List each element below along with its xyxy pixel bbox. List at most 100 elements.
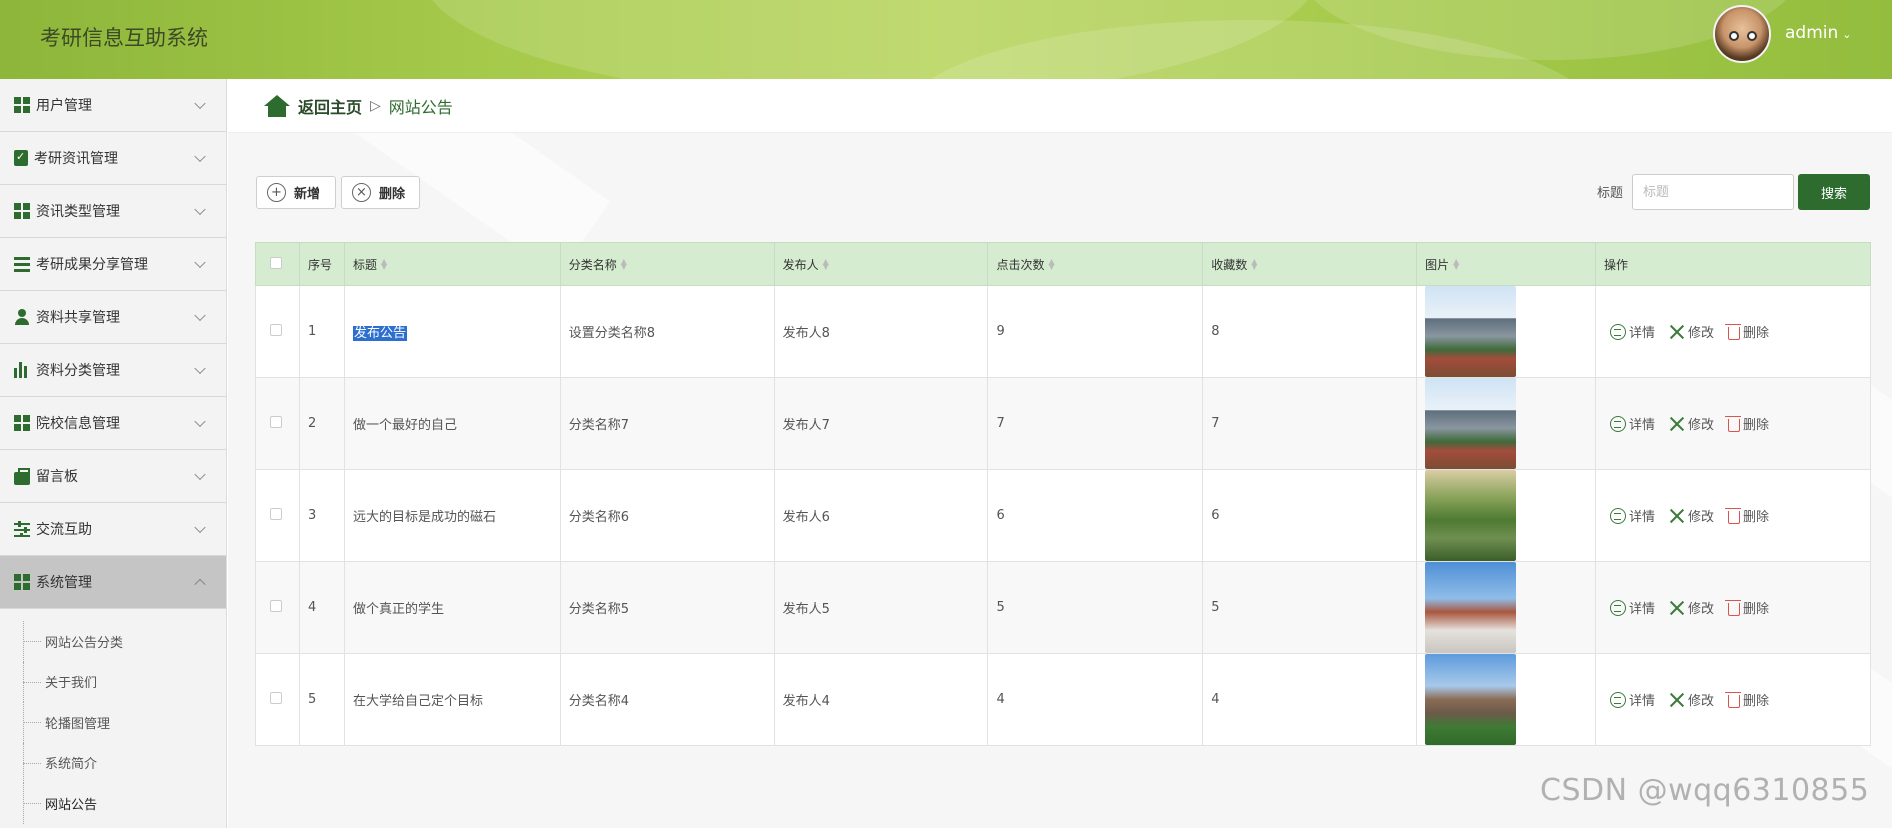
sidebar-item-label: 考研成果分享管理 [36, 257, 148, 273]
sidebar-item-school-info[interactable]: 院校信息管理 [0, 397, 226, 450]
sidebar-item-news-type[interactable]: 资讯类型管理 [0, 185, 226, 238]
row-delete-button[interactable]: 删除 [1725, 690, 1769, 709]
user-avatar[interactable] [1713, 5, 1771, 63]
main-content: 返回主页 ▷ 网站公告 + 新增 × 删除 标题 搜索 序号 标题▲▼ 分类名称… [228, 79, 1892, 828]
top-header: 考研信息互助系统 admin ⌄ [0, 0, 1892, 79]
delete-button[interactable]: × 删除 [341, 176, 420, 209]
search-label: 标题 [1597, 186, 1624, 201]
user-menu[interactable]: admin ⌄ [1785, 23, 1852, 43]
sidebar-item-exchange[interactable]: 交流互助 [0, 503, 226, 556]
row-checkbox[interactable] [270, 691, 282, 704]
watermark: CSDN @wqq6310855 [1540, 773, 1870, 808]
sidebar-item-system-management[interactable]: 系统管理 [0, 556, 226, 609]
edit-label: 修改 [1688, 326, 1715, 341]
submenu-item-site-notice[interactable]: 网站公告 [0, 783, 226, 824]
cell-favorites: 8 [1202, 285, 1418, 378]
col-header-image[interactable]: 图片 ▲ ▼ [1416, 242, 1597, 286]
sidebar-item-materials-sharing[interactable]: 资料共享管理 [0, 291, 226, 344]
submenu-item-notice-category[interactable]: 网站公告分类 [0, 621, 226, 662]
sort-icon: ▲ ▼ [1453, 257, 1460, 271]
submenu-item-carousel[interactable]: 轮播图管理 [0, 702, 226, 743]
sidebar-item-materials-category[interactable]: 资料分类管理 [0, 344, 226, 397]
data-table: 序号 标题 ▲ ▼ 分类名称 ▲ ▼ 发布人 ▲ ▼ 点击次数 ▲ ▼ 收藏数 ▲ ▼ 图片 ▲ ▼ 操… [255, 242, 1871, 746]
app-title: 考研信息互助系统 [40, 26, 208, 50]
edit-button[interactable]: 修改 [1669, 414, 1714, 433]
sidebar-item-message-board[interactable]: 留言板 [0, 450, 226, 503]
col-header-title[interactable]: 标题 ▲ ▼ [343, 242, 561, 286]
col-header-label: 图片 [1425, 257, 1450, 272]
col-header-label: 收藏数 [1211, 257, 1248, 272]
row-checkbox[interactable] [270, 599, 282, 612]
breadcrumb-home[interactable]: 返回主页 [298, 94, 362, 118]
search-input[interactable] [1632, 174, 1794, 210]
cell-publisher: 发布人7 [773, 377, 989, 470]
detail-button[interactable]: 详情 [1610, 414, 1655, 433]
col-header-actions: 操作 [1595, 242, 1871, 286]
row-checkbox[interactable] [270, 415, 282, 428]
cell-actions: 详情 修改 删除 [1595, 561, 1871, 654]
trash-icon [1725, 415, 1742, 432]
table-header-row: 序号 标题 ▲ ▼ 分类名称 ▲ ▼ 发布人 ▲ ▼ 点击次数 ▲ ▼ 收藏数 ▲ ▼ 图片 ▲ ▼ 操… [255, 242, 1871, 286]
cell-actions: 详情 修改 删除 [1595, 469, 1871, 562]
row-thumbnail[interactable] [1425, 378, 1517, 469]
cell-clicks: 4 [987, 653, 1204, 746]
chevron-down-icon [194, 362, 206, 375]
sidebar-item-user-management[interactable]: 用户管理 [0, 79, 226, 132]
cell-favorites: 5 [1202, 561, 1418, 654]
cell-actions: 详情 修改 删除 [1595, 653, 1871, 746]
row-delete-button[interactable]: 删除 [1725, 322, 1770, 341]
row-select-cell [255, 469, 300, 562]
row-thumbnail[interactable] [1425, 470, 1517, 561]
cell-category: 分类名称7 [559, 377, 775, 470]
detail-button[interactable]: 详情 [1610, 598, 1655, 617]
row-checkbox[interactable] [270, 323, 282, 336]
sidebar-item-results-sharing[interactable]: 考研成果分享管理 [0, 238, 226, 291]
username: admin [1785, 23, 1839, 43]
cell-category: 分类名称4 [559, 653, 775, 746]
row-select-cell [255, 561, 300, 654]
select-all-checkbox[interactable] [270, 256, 282, 269]
row-delete-button[interactable]: 删除 [1725, 598, 1769, 617]
detail-button[interactable]: 详情 [1610, 322, 1655, 341]
edit-label: 修改 [1688, 602, 1715, 617]
table-row: 5 在大学给自己定个目标 分类名称4 发布人4 4 4 详情 修改 删除 [255, 653, 1871, 746]
edit-button[interactable]: 修改 [1669, 598, 1714, 617]
edit-button[interactable]: 修改 [1669, 506, 1714, 525]
grid-icon [14, 203, 30, 219]
chevron-down-icon [194, 203, 206, 216]
edit-icon [1669, 508, 1685, 524]
table-row: 3 远大的目标是成功的磁石 分类名称6 发布人6 6 6 详情 修改 删除 [255, 469, 1871, 562]
detail-label: 详情 [1629, 694, 1656, 709]
row-checkbox[interactable] [270, 507, 282, 520]
row-thumbnail[interactable] [1425, 286, 1517, 377]
row-thumbnail[interactable] [1425, 654, 1517, 745]
delete-label: 删除 [1743, 418, 1770, 433]
cell-image [1416, 469, 1597, 562]
home-icon[interactable] [264, 94, 290, 117]
edit-icon [1669, 416, 1685, 432]
add-button[interactable]: + 新增 [256, 176, 336, 209]
edit-button[interactable]: 修改 [1669, 690, 1714, 709]
cell-publisher: 发布人6 [773, 469, 989, 562]
chevron-down-icon [194, 468, 206, 481]
chevron-down-icon [194, 521, 206, 534]
submenu-item-about-us[interactable]: 关于我们 [0, 661, 226, 703]
col-header-publisher[interactable]: 发布人 ▲ ▼ [773, 242, 989, 286]
col-header-favorites[interactable]: 收藏数 ▲ ▼ [1202, 242, 1418, 286]
col-header-category[interactable]: 分类名称 ▲ ▼ [559, 242, 775, 286]
row-thumbnail[interactable] [1425, 562, 1517, 653]
sidebar-item-label: 考研资讯管理 [34, 151, 118, 167]
sidebar-item-news-management[interactable]: 考研资讯管理 [0, 132, 226, 185]
search-button[interactable]: 搜索 [1798, 174, 1870, 210]
detail-button[interactable]: 详情 [1610, 506, 1655, 525]
row-delete-button[interactable]: 删除 [1725, 506, 1769, 525]
sidebar-item-label: 交流互助 [36, 522, 92, 538]
submenu-item-system-intro[interactable]: 系统简介 [0, 742, 226, 784]
row-delete-button[interactable]: 删除 [1725, 414, 1770, 433]
col-header-clicks[interactable]: 点击次数 ▲ ▼ [987, 242, 1204, 286]
delete-label: 删除 [1743, 326, 1770, 341]
cell-no: 5 [298, 653, 345, 746]
detail-button[interactable]: 详情 [1610, 690, 1655, 709]
cell-title: 发布公告 [343, 285, 561, 378]
edit-button[interactable]: 修改 [1669, 322, 1714, 341]
